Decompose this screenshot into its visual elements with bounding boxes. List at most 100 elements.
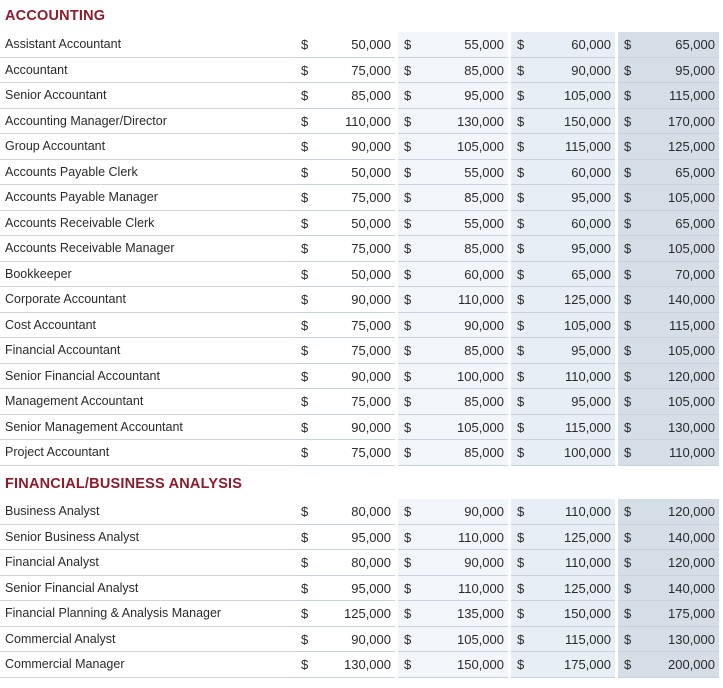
salary-cell: $95,000 <box>295 575 395 601</box>
salary-amount: 105,000 <box>668 241 715 256</box>
currency-symbol: $ <box>404 419 412 435</box>
salary-amount: 125,000 <box>668 139 715 154</box>
salary-cell: $60,000 <box>398 261 508 287</box>
salary-amount: 110,000 <box>668 445 715 460</box>
table-row: Group Accountant $90,000 $105,000 $115,000 $… <box>0 134 723 160</box>
role-label: Group Accountant <box>0 134 295 160</box>
currency-symbol: $ <box>404 343 412 358</box>
salary-amount: 125,000 <box>564 529 611 545</box>
currency-symbol: $ <box>404 164 412 180</box>
salary-amount: 55,000 <box>464 164 504 180</box>
currency-symbol: $ <box>517 292 525 307</box>
currency-symbol: $ <box>301 164 309 180</box>
salary-amount: 130,000 <box>344 657 391 672</box>
salary-cell: $130,000 <box>398 108 508 134</box>
currency-symbol: $ <box>624 657 632 672</box>
currency-symbol: $ <box>517 529 525 545</box>
role-label: Assistant Accountant <box>0 32 295 58</box>
currency-symbol: $ <box>517 88 525 103</box>
salary-cell: $75,000 <box>295 338 395 364</box>
table-row: Accountant $75,000 $85,000 $90,000 $95,000 <box>0 57 723 83</box>
salary-amount: 60,000 <box>464 266 504 282</box>
salary-cell: $110,000 <box>295 108 395 134</box>
table-row: Senior Management Accountant $90,000 $105,… <box>0 414 723 440</box>
table-row: Commercial Manager $130,000 $150,000 $175,0… <box>0 652 723 678</box>
salary-amount: 110,000 <box>564 555 611 570</box>
salary-amount: 85,000 <box>464 62 504 78</box>
salary-amount: 95,000 <box>571 343 611 358</box>
currency-symbol: $ <box>517 317 525 333</box>
salary-cell: $95,000 <box>511 338 615 364</box>
role-label: Financial Analyst <box>0 550 295 576</box>
currency-symbol: $ <box>301 215 309 231</box>
salary-amount: 125,000 <box>344 606 391 621</box>
salary-cell: $200,000 <box>618 652 719 678</box>
currency-symbol: $ <box>301 190 309 205</box>
salary-amount: 115,000 <box>668 317 715 333</box>
currency-symbol: $ <box>517 657 525 672</box>
currency-symbol: $ <box>404 657 412 672</box>
currency-symbol: $ <box>301 580 309 596</box>
salary-table-page: ACCOUNTING Assistant Accountant $50,000 $5… <box>0 0 723 688</box>
salary-amount: 85,000 <box>351 88 391 103</box>
currency-symbol: $ <box>301 139 309 154</box>
currency-symbol: $ <box>624 631 632 647</box>
salary-cell: $85,000 <box>398 338 508 364</box>
currency-symbol: $ <box>517 504 525 519</box>
role-label: Cost Accountant <box>0 313 295 338</box>
currency-symbol: $ <box>517 606 525 621</box>
salary-amount: 110,000 <box>457 292 504 307</box>
currency-symbol: $ <box>624 266 632 282</box>
salary-cell: $110,000 <box>398 287 508 313</box>
currency-symbol: $ <box>624 580 632 596</box>
salary-amount: 90,000 <box>351 139 391 154</box>
salary-cell: $135,000 <box>398 601 508 627</box>
salary-cell: $95,000 <box>511 236 615 262</box>
role-label: Accounts Receivable Manager <box>0 236 295 262</box>
salary-cell: $120,000 <box>618 550 719 576</box>
table-row: Accounts Payable Manager $75,000 $85,000 $9… <box>0 185 723 211</box>
financial-analysis-rows: Business Analyst $80,000 $90,000 $110,000 $1… <box>0 499 723 678</box>
salary-amount: 55,000 <box>464 215 504 231</box>
role-label: Management Accountant <box>0 389 295 415</box>
currency-symbol: $ <box>624 62 632 78</box>
currency-symbol: $ <box>301 113 309 129</box>
currency-symbol: $ <box>624 555 632 570</box>
table-row: Financial Accountant $75,000 $85,000 $95,00… <box>0 338 723 364</box>
salary-cell: $90,000 <box>398 550 508 576</box>
salary-cell: $140,000 <box>618 575 719 601</box>
role-label: Senior Accountant <box>0 83 295 109</box>
currency-symbol: $ <box>624 343 632 358</box>
salary-cell: $55,000 <box>398 210 508 236</box>
salary-cell: $90,000 <box>295 287 395 313</box>
role-label: Accounts Payable Manager <box>0 185 295 211</box>
currency-symbol: $ <box>624 419 632 435</box>
salary-cell: $65,000 <box>618 159 719 185</box>
table-row: Financial Analyst $80,000 $90,000 $110,000 $… <box>0 550 723 576</box>
salary-cell: $65,000 <box>511 261 615 287</box>
salary-cell: $125,000 <box>511 524 615 550</box>
salary-cell: $65,000 <box>618 210 719 236</box>
currency-symbol: $ <box>624 292 632 307</box>
role-label: Accountant <box>0 58 295 83</box>
salary-cell: $105,000 <box>618 185 719 211</box>
salary-amount: 135,000 <box>457 606 504 621</box>
currency-symbol: $ <box>301 368 309 384</box>
currency-symbol: $ <box>301 394 309 409</box>
currency-symbol: $ <box>301 88 309 103</box>
salary-amount: 130,000 <box>668 631 715 647</box>
salary-amount: 55,000 <box>464 37 504 52</box>
role-label: Corporate Accountant <box>0 287 295 313</box>
salary-amount: 140,000 <box>668 580 715 596</box>
salary-cell: $115,000 <box>618 312 719 338</box>
role-label: Commercial Manager <box>0 652 295 678</box>
salary-amount: 120,000 <box>668 555 715 570</box>
salary-cell: $60,000 <box>511 159 615 185</box>
salary-amount: 150,000 <box>564 113 611 129</box>
salary-cell: $85,000 <box>398 185 508 211</box>
salary-amount: 110,000 <box>457 580 504 596</box>
salary-cell: $90,000 <box>295 414 395 440</box>
salary-amount: 90,000 <box>571 62 611 78</box>
salary-cell: $85,000 <box>295 83 395 109</box>
role-label: Project Accountant <box>0 440 295 466</box>
